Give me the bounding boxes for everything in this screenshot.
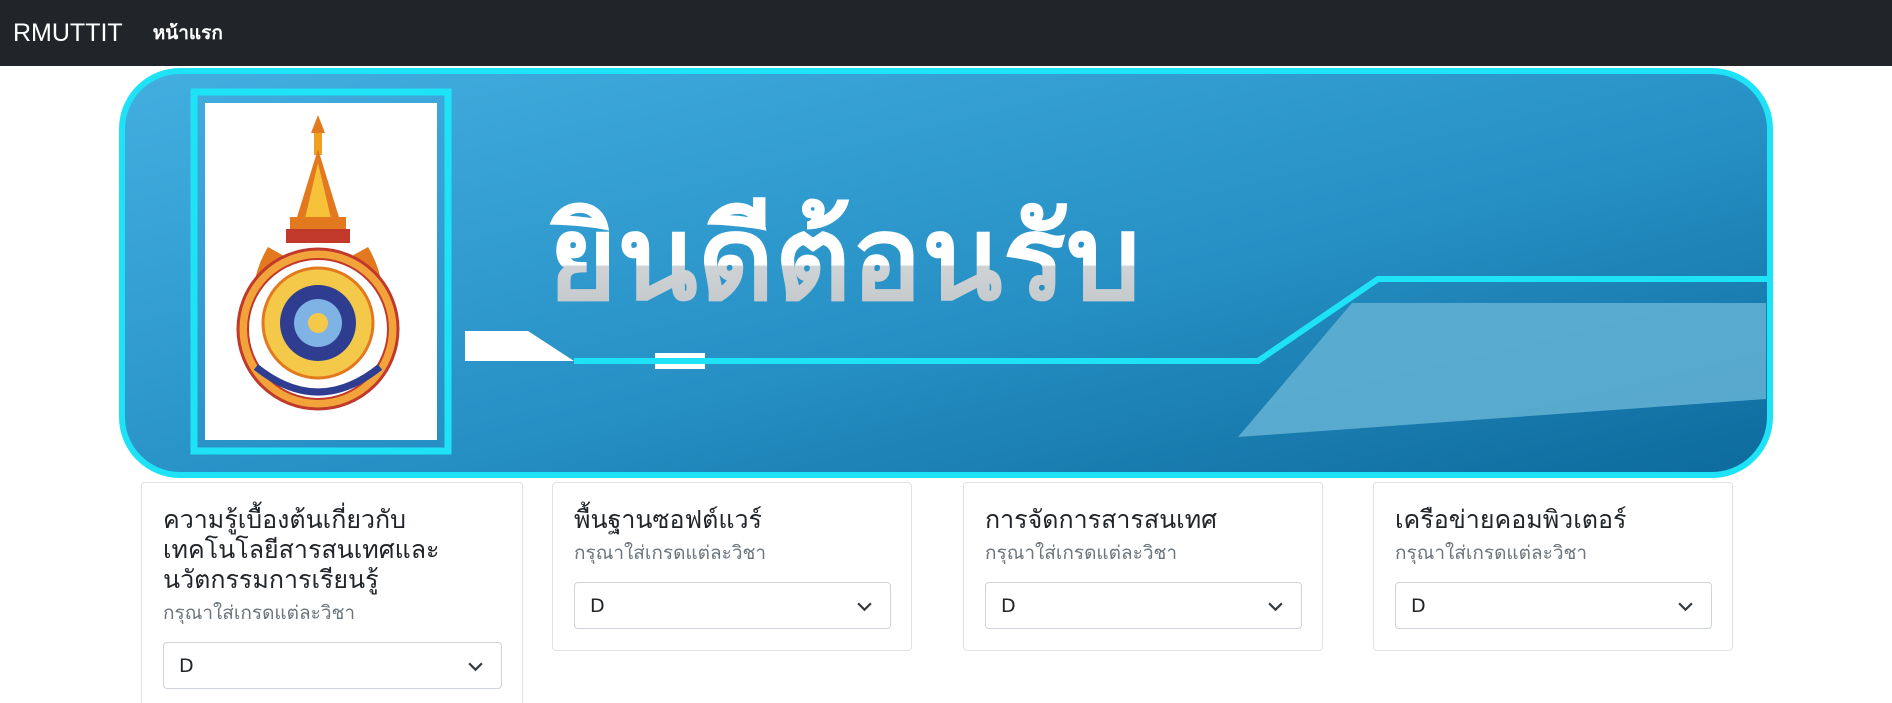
course-hint: กรุณาใส่เกรดแต่ละวิชา xyxy=(985,542,1178,564)
grade-select[interactable]: D xyxy=(985,582,1302,629)
chevron-down-icon xyxy=(857,602,872,612)
grade-value: D xyxy=(590,594,605,617)
grade-value: D xyxy=(1411,594,1426,617)
course-hint: กรุณาใส่เกรดแต่ละวิชา xyxy=(163,602,356,624)
course-card-1: ความรู้เบื้องต้นเกี่ยวกับเทคโนโลยีสารสนเ… xyxy=(141,482,523,703)
course-title: ความรู้เบื้องต้นเกี่ยวกับเทคโนโลยีสารสนเ… xyxy=(163,505,440,594)
banner-graphic: ยินดีต้อนรับ xyxy=(119,68,1773,478)
top-navbar: RMUTTIT หน้าแรก xyxy=(0,0,1892,66)
grade-value: D xyxy=(1001,594,1016,617)
chevron-down-icon xyxy=(1678,602,1693,612)
brand-link[interactable]: RMUTTIT xyxy=(13,19,123,48)
grade-value: D xyxy=(179,654,194,677)
welcome-banner: ยินดีต้อนรับ xyxy=(118,67,1774,479)
chevron-down-icon xyxy=(1268,602,1283,612)
course-card-2: พื้นฐานซอฟต์แวร์ กรุณาใส่เกรดแต่ละวิชา D xyxy=(552,482,912,651)
course-hint: กรุณาใส่เกรดแต่ละวิชา xyxy=(1395,542,1588,564)
grade-select[interactable]: D xyxy=(574,582,891,629)
chevron-down-icon xyxy=(468,662,483,672)
grade-select[interactable]: D xyxy=(1395,582,1712,629)
course-title: เครือข่ายคอมพิวเตอร์ xyxy=(1395,505,1627,534)
course-card-3: การจัดการสารสนเทศ กรุณาใส่เกรดแต่ละวิชา … xyxy=(963,482,1323,651)
welcome-text: ยินดีต้อนรับ xyxy=(548,189,1141,327)
course-hint: กรุณาใส่เกรดแต่ละวิชา xyxy=(574,542,767,564)
course-title: การจัดการสารสนเทศ xyxy=(985,505,1218,534)
grade-select[interactable]: D xyxy=(163,642,502,689)
nav-link-home[interactable]: หน้าแรก xyxy=(153,18,223,48)
course-title: พื้นฐานซอฟต์แวร์ xyxy=(574,505,762,534)
course-card-4: เครือข่ายคอมพิวเตอร์ กรุณาใส่เกรดแต่ละวิ… xyxy=(1373,482,1733,651)
